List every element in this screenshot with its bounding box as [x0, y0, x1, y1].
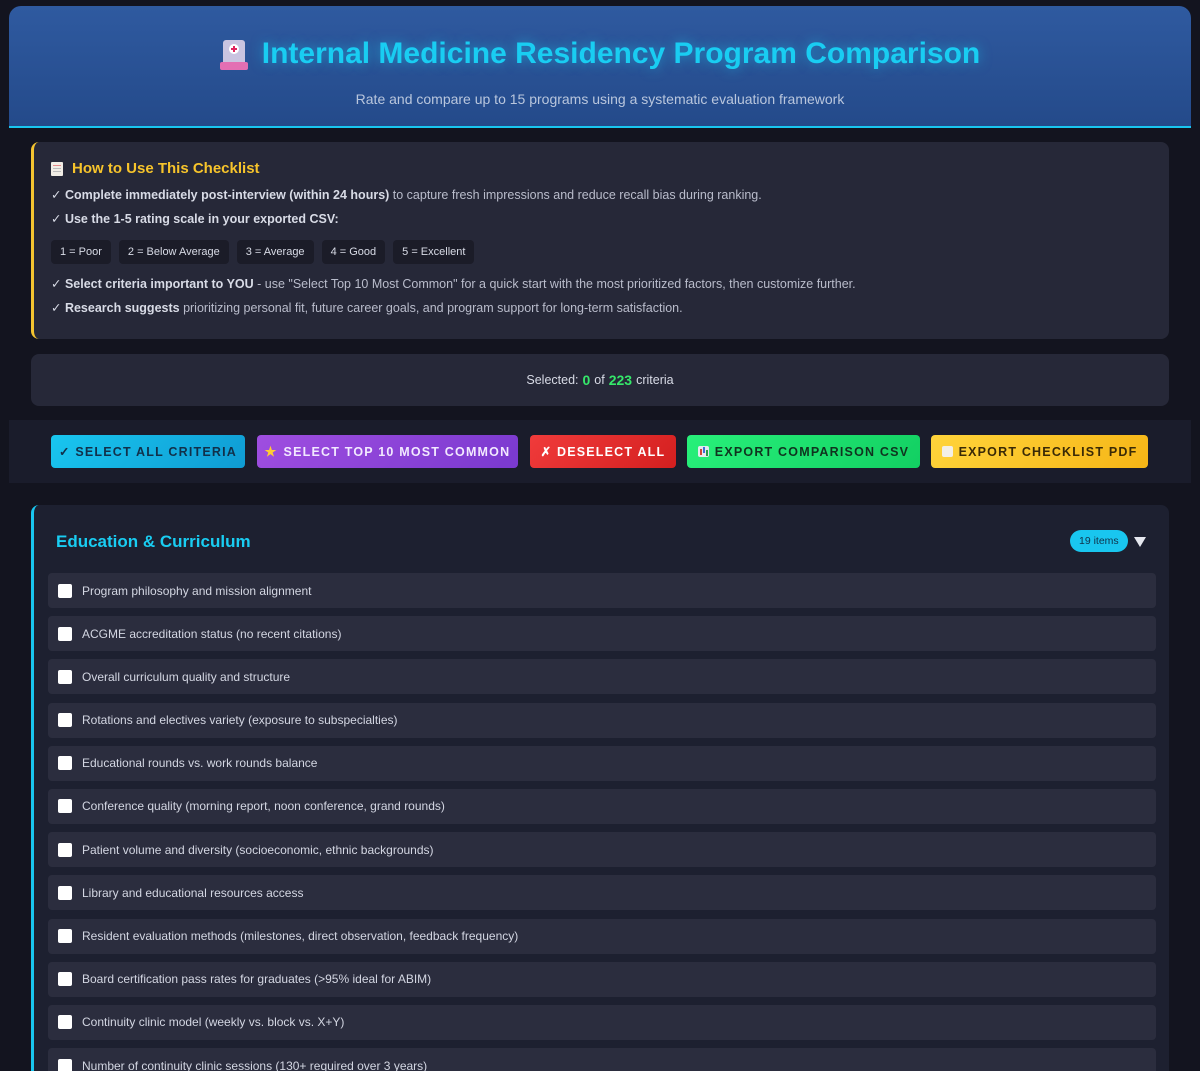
criteria-checkbox[interactable]	[58, 842, 72, 857]
criteria-checkbox[interactable]	[58, 885, 72, 900]
criteria-item[interactable]: ACGME accreditation status (no recent ci…	[48, 616, 1156, 652]
criteria-label: Overall curriculum quality and structure	[82, 669, 291, 684]
scale-chip-4: 4 = Good	[321, 240, 386, 264]
criteria-item[interactable]: Educational rounds vs. work rounds balan…	[48, 745, 1156, 781]
criteria-item[interactable]: Program philosophy and mission alignment	[48, 573, 1156, 608]
scale-chip-2: 2 = Below Average	[118, 240, 229, 264]
category-section-education: Education & Curriculum 19 items Program …	[31, 505, 1169, 1071]
instruction-line-3: ✓ Select criteria important to YOU - use…	[51, 277, 856, 291]
page-header: Internal Medicine Residency Program Comp…	[9, 6, 1191, 128]
page-subtitle: Rate and compare up to 15 programs using…	[355, 91, 845, 107]
rating-scale: 1 = Poor 2 = Below Average 3 = Average 4…	[51, 240, 1169, 264]
criteria-item[interactable]: Continuity clinic model (weekly vs. bloc…	[48, 1004, 1156, 1040]
instructions-title: How to Use This Checklist	[72, 160, 260, 177]
chevron-down-icon[interactable]	[1134, 537, 1146, 547]
document-icon	[941, 446, 953, 457]
criteria-checkbox[interactable]	[58, 1058, 72, 1071]
instruction-line-4: ✓ Research suggests prioritizing persona…	[51, 301, 683, 315]
criteria-item[interactable]: Conference quality (morning report, noon…	[48, 788, 1156, 824]
criteria-checkbox[interactable]	[58, 1015, 72, 1030]
memo-icon	[51, 161, 63, 176]
scale-chip-3: 3 = Average	[236, 240, 314, 264]
criteria-label: ACGME accreditation status (no recent ci…	[82, 626, 342, 641]
export-csv-button[interactable]: Export Comparison CSV	[687, 435, 920, 468]
criteria-item[interactable]: Patient volume and diversity (socioecono…	[48, 832, 1156, 868]
instructions-title-row: How to Use This Checklist	[51, 160, 1169, 177]
criteria-item[interactable]: Number of continuity clinic sessions (13…	[48, 1048, 1156, 1071]
action-toolbar: ✓ Select All Criteria ★ Select Top 10 Mos…	[9, 420, 1191, 483]
selected-count: 0	[582, 372, 591, 388]
select-all-button[interactable]: ✓ Select All Criteria	[51, 435, 245, 468]
criteria-list: Program philosophy and mission alignment…	[48, 573, 1156, 1071]
criteria-checkbox[interactable]	[58, 583, 72, 598]
criteria-item[interactable]: Rotations and electives variety (exposur…	[48, 702, 1156, 738]
scale-chip-1: 1 = Poor	[51, 240, 111, 264]
instruction-line-2: ✓ Use the 1-5 rating scale in your expor…	[51, 212, 339, 226]
criteria-checkbox[interactable]	[58, 713, 72, 728]
scale-chip-5: 5 = Excellent	[393, 240, 475, 264]
criteria-item[interactable]: Overall curriculum quality and structure	[48, 659, 1156, 695]
criteria-item[interactable]: Resident evaluation methods (milestones,…	[48, 918, 1156, 954]
criteria-label: Educational rounds vs. work rounds balan…	[82, 756, 318, 771]
criteria-checkbox[interactable]	[58, 626, 72, 641]
export-pdf-button[interactable]: Export Checklist PDF	[931, 435, 1148, 468]
section-title[interactable]: Education & Curriculum	[56, 532, 251, 552]
criteria-checkbox[interactable]	[58, 929, 72, 943]
hospital-icon	[219, 38, 248, 70]
criteria-label: Conference quality (morning report, noon…	[82, 799, 445, 814]
chart-icon	[697, 446, 709, 457]
criteria-label: Continuity clinic model (weekly vs. bloc…	[82, 1015, 345, 1030]
instruction-line-1: ✓ Complete immediately post-interview (w…	[51, 188, 762, 202]
criteria-label: Library and educational resources access	[82, 885, 304, 900]
deselect-all-button[interactable]: ✗ Deselect All	[530, 435, 676, 468]
criteria-checkbox[interactable]	[58, 799, 72, 814]
criteria-item[interactable]: Board certification pass rates for gradu…	[48, 961, 1156, 997]
criteria-label: Patient volume and diversity (socioecono…	[82, 842, 434, 857]
page-title: Internal Medicine Residency Program Comp…	[261, 37, 981, 70]
criteria-checkbox[interactable]	[58, 972, 72, 987]
page-title-row: Internal Medicine Residency Program Comp…	[9, 37, 1191, 71]
star-icon: ★	[264, 443, 278, 459]
criteria-label: Rotations and electives variety (exposur…	[82, 713, 398, 728]
criteria-checkbox[interactable]	[58, 669, 72, 684]
criteria-item[interactable]: Library and educational resources access	[48, 875, 1156, 911]
criteria-label: Board certification pass rates for gradu…	[82, 972, 432, 987]
instructions-panel: How to Use This Checklist ✓ Complete imm…	[31, 142, 1169, 339]
select-top-10-button[interactable]: ★ Select Top 10 Most Common	[257, 435, 518, 468]
selection-counter: Selected: 0 of 223 criteria	[31, 354, 1169, 406]
criteria-label: Program philosophy and mission alignment	[82, 583, 312, 598]
total-count: 223	[608, 372, 633, 388]
criteria-label: Number of continuity clinic sessions (13…	[82, 1058, 428, 1071]
criteria-checkbox[interactable]	[58, 756, 72, 771]
item-count-badge: 19 items	[1070, 530, 1128, 552]
criteria-label: Resident evaluation methods (milestones,…	[82, 929, 519, 943]
